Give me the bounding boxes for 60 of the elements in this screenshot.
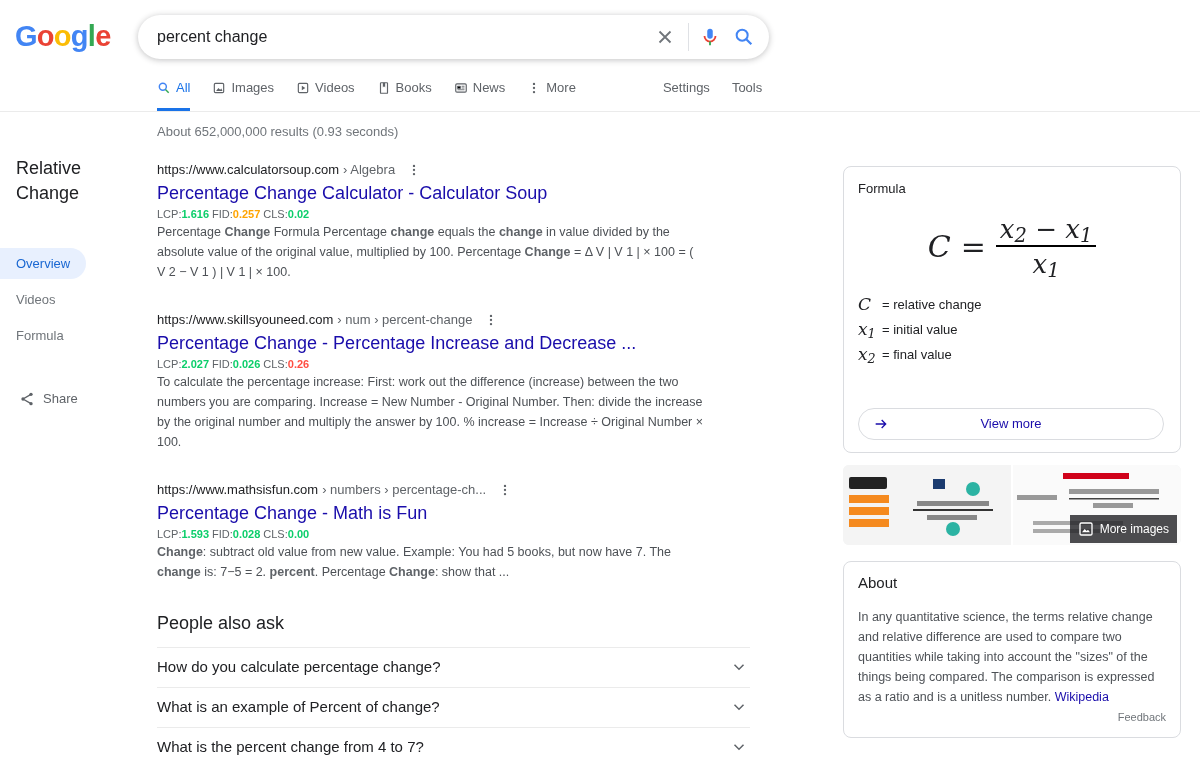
metric: LCP:1.616	[157, 206, 209, 222]
tab[interactable]: More	[527, 67, 576, 111]
breadcrumb: › Algebra	[343, 160, 396, 179]
tab[interactable]: News	[453, 67, 506, 111]
search-icon	[157, 80, 171, 95]
metric: FID:0.257	[212, 206, 261, 222]
metric: FID:0.026	[212, 356, 261, 372]
result-url[interactable]: https://www.skillsyouneed.com	[157, 309, 334, 330]
metric: LCP:1.593	[157, 526, 209, 542]
variable-meaning: = relative change	[882, 296, 982, 315]
result-snippet: Change: subtract old value from new value. Example: You had 5 books, but now have 7. The change is: 7−5 = 2. percent. Percentage Change: show that ...	[157, 543, 672, 581]
share-button[interactable]: Share	[0, 389, 157, 409]
metric: FID:0.028	[212, 526, 261, 542]
tab[interactable]: All	[157, 67, 191, 111]
formula: C = x$_{2}$ − x$_{1}$ x$_{1}$	[858, 212, 1166, 281]
metric: CLS:0.02	[263, 206, 310, 222]
result-snippet: Percentage Change Formula Percentage change equals the change in value divided by the absolute value of the original value, multiplied by 100. Percentage Change = Δ V | V 1 | × 100 = ( V 2 − V 1 ) | V 1 | × 100.	[157, 223, 695, 281]
question-row[interactable]: What is the percent change from 4 to 7?	[157, 726, 750, 767]
question-row[interactable]: What is an example of Percent of change?	[157, 686, 750, 727]
source-link[interactable]: Wikipedia	[1054, 689, 1109, 704]
breadcrumb: › numbers › percentage-ch...	[322, 480, 487, 499]
result-snippet: To calculate the percentage increase: First: work out the difference (increase) between the two numbers you are comparing. Increase = New Number - Original Number. Then: divide the increase by the original number and multiply the answer by 100. % increase = Increase ÷ Original Number × 100.	[157, 373, 705, 451]
play-icon	[296, 80, 311, 95]
toolbar-link[interactable]: Settings	[662, 67, 710, 111]
search-field[interactable]: percent change	[138, 14, 769, 59]
image-icon	[1077, 521, 1094, 537]
sidebar-item[interactable]: Overview	[0, 248, 86, 279]
sidebar-title: Relative Change	[15, 157, 83, 205]
result-title-link[interactable]: Percentage Change Calculator - Calculator Soup	[157, 179, 757, 206]
variable-meaning: = initial value	[882, 321, 958, 340]
sidebar-item[interactable]: Formula	[0, 320, 86, 351]
tab[interactable]: Videos	[296, 67, 355, 111]
section-heading: People also ask	[157, 611, 286, 635]
newspaper-icon	[453, 80, 468, 95]
variable-symbol: x$_{1}$	[858, 318, 877, 343]
sidebar-item[interactable]: Videos	[0, 284, 86, 315]
metric: CLS:0.26	[263, 356, 310, 372]
image-icon	[212, 80, 227, 95]
google-logo[interactable]: Google	[0, 14, 122, 59]
variable-symbol: x$_{2}$	[858, 343, 877, 368]
question-row[interactable]: How do you calculate percentage change?	[157, 646, 750, 687]
result-title-link[interactable]: Percentage Change - Math is Fun	[157, 499, 757, 526]
result-title-link[interactable]: Percentage Change - Percentage Increase and Decrease ...	[157, 329, 757, 356]
about-text: In any quantitative science, the terms relative change and relative difference are used to compare two quantities while taking into account the "sizes" of the things being compared. The comparison is expressed as a ratio and is a unitless number. Wikipedia	[858, 608, 1156, 706]
variable-meaning: = final value	[882, 346, 952, 365]
result-url[interactable]: https://www.calculatorsoup.com	[157, 159, 340, 180]
toolbar-link[interactable]: Tools	[731, 67, 763, 111]
tab[interactable]: Books	[376, 67, 432, 111]
metric: LCP:2.027	[157, 356, 209, 372]
result-stats: About 652,000,000 results (0.93 seconds)	[157, 123, 400, 141]
result-url[interactable]: https://www.mathsisfun.com	[157, 479, 319, 500]
variable-symbol: C	[858, 293, 872, 317]
share-icon	[19, 390, 35, 407]
feedback-link[interactable]: Feedback	[1117, 708, 1166, 725]
card-title: Formula	[858, 180, 907, 198]
breadcrumb: › num › percent-change	[337, 310, 473, 329]
tab[interactable]: Images	[212, 67, 275, 111]
metric: CLS:0.00	[263, 526, 310, 542]
more-images-button[interactable]: More images	[1069, 515, 1177, 543]
card-title: About	[858, 573, 899, 593]
